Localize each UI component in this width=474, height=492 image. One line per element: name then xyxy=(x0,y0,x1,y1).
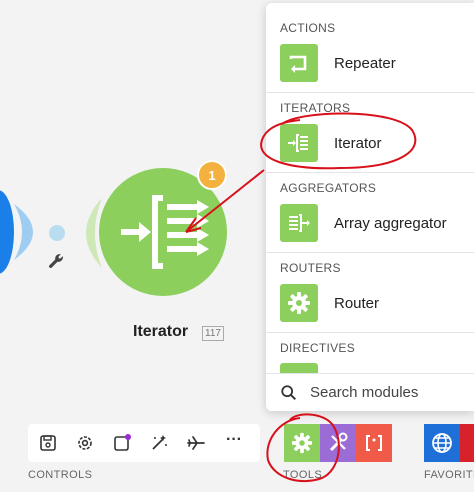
tools-label: TOOLS xyxy=(283,469,323,481)
section-title-routers: ROUTERS xyxy=(280,261,341,275)
module-item-router[interactable]: Router xyxy=(280,283,470,323)
module-picker-panel: ACTIONS Repeater ITERATORS Iterator AGGR… xyxy=(266,3,474,411)
module-item-label: Repeater xyxy=(334,54,396,72)
array-aggregator-icon xyxy=(280,204,318,242)
operations-count-badge: 1 xyxy=(197,160,227,190)
airplane-icon[interactable] xyxy=(186,433,206,453)
section-divider xyxy=(266,332,474,333)
section-title-directives: DIRECTIVES xyxy=(280,341,356,355)
favorite-http-button[interactable] xyxy=(424,424,460,462)
save-icon[interactable] xyxy=(38,433,58,453)
search-icon xyxy=(281,384,297,400)
module-item-array-aggregator[interactable]: Array aggregator xyxy=(280,203,470,243)
gear-icon xyxy=(291,432,313,454)
module-item-label: Iterator xyxy=(334,134,382,152)
module-item-label: Array aggregator xyxy=(334,214,447,232)
section-divider xyxy=(266,92,474,93)
tools-icon xyxy=(329,432,348,452)
module-id-label: 117 xyxy=(202,326,224,341)
settings-gear-icon[interactable] xyxy=(75,433,95,453)
tools-text-parser-button[interactable] xyxy=(320,424,356,462)
iterator-icon xyxy=(280,124,318,162)
search-input[interactable] xyxy=(310,384,460,401)
scenario-canvas[interactable]: 1 Iterator 117 ACTIONS Repeater ITERATOR… xyxy=(0,0,474,492)
tools-flow-control-button[interactable] xyxy=(284,424,320,462)
section-divider xyxy=(266,172,474,173)
module-item-repeater[interactable]: Repeater xyxy=(280,43,470,83)
section-title-aggregators: AGGREGATORS xyxy=(280,181,377,195)
section-title-actions: ACTIONS xyxy=(280,21,336,35)
module-search-bar xyxy=(266,373,474,411)
favorite-module-partial[interactable] xyxy=(460,424,474,462)
favorites-label: FAVORITE xyxy=(424,469,474,481)
more-options-button[interactable]: ··· xyxy=(226,431,246,451)
module-item-iterator[interactable]: Iterator xyxy=(280,123,470,163)
section-divider xyxy=(266,252,474,253)
tools-json-button[interactable] xyxy=(356,424,392,462)
wrench-icon[interactable] xyxy=(47,252,65,270)
controls-label: CONTROLS xyxy=(28,469,93,481)
notes-icon[interactable] xyxy=(112,433,132,453)
repeat-icon xyxy=(280,44,318,82)
json-bracket-icon xyxy=(366,435,382,451)
section-title-iterators: ITERATORS xyxy=(280,101,351,115)
globe-icon xyxy=(432,433,452,453)
magic-wand-icon[interactable] xyxy=(149,433,169,453)
gear-icon xyxy=(280,284,318,322)
module-item-label: Router xyxy=(334,294,380,312)
module-name-label: Iterator xyxy=(133,323,189,340)
